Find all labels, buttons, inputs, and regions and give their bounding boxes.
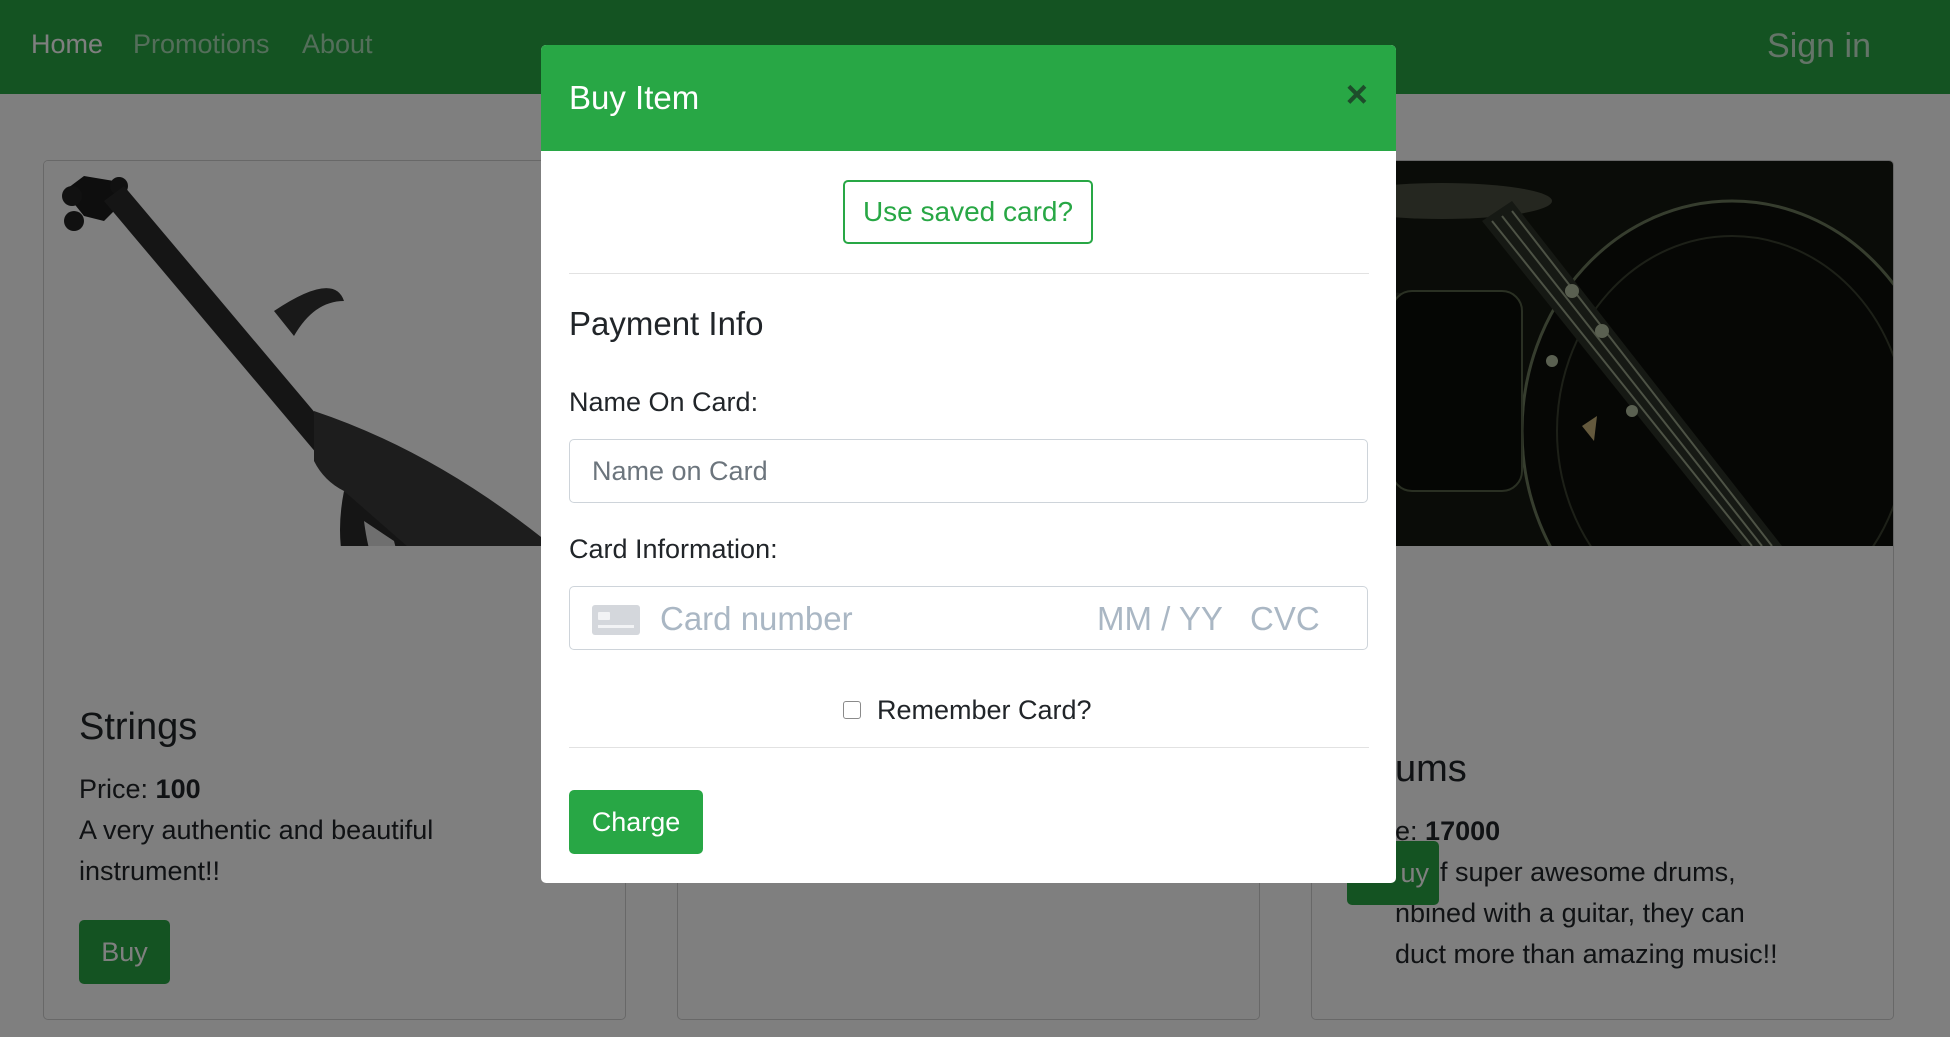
divider (569, 273, 1369, 274)
remember-card-row: Remember Card? (843, 690, 1092, 730)
cvc-field[interactable]: CVC (1250, 599, 1320, 639)
card-information-input[interactable]: Card number MM / YY CVC (569, 586, 1368, 650)
name-on-card-input[interactable] (569, 439, 1368, 503)
payment-info-heading: Payment Info (569, 305, 764, 342)
expiry-field[interactable]: MM / YY (1097, 599, 1223, 639)
divider (569, 747, 1369, 748)
modal-header: Buy Item × (541, 45, 1396, 151)
use-saved-card-button[interactable]: Use saved card? (843, 180, 1093, 244)
card-information-label: Card Information: (569, 534, 778, 564)
buy-item-modal: Buy Item × Use saved card? Payment Info … (541, 45, 1396, 883)
close-icon[interactable]: × (1346, 73, 1368, 117)
card-number-field[interactable]: Card number (660, 599, 853, 639)
modal-title: Buy Item (569, 79, 700, 116)
name-on-card-label: Name On Card: (569, 387, 759, 417)
remember-card-checkbox[interactable] (843, 701, 861, 719)
remember-card-label[interactable]: Remember Card? (877, 693, 1092, 727)
credit-card-icon (592, 605, 640, 635)
charge-button[interactable]: Charge (569, 790, 703, 854)
